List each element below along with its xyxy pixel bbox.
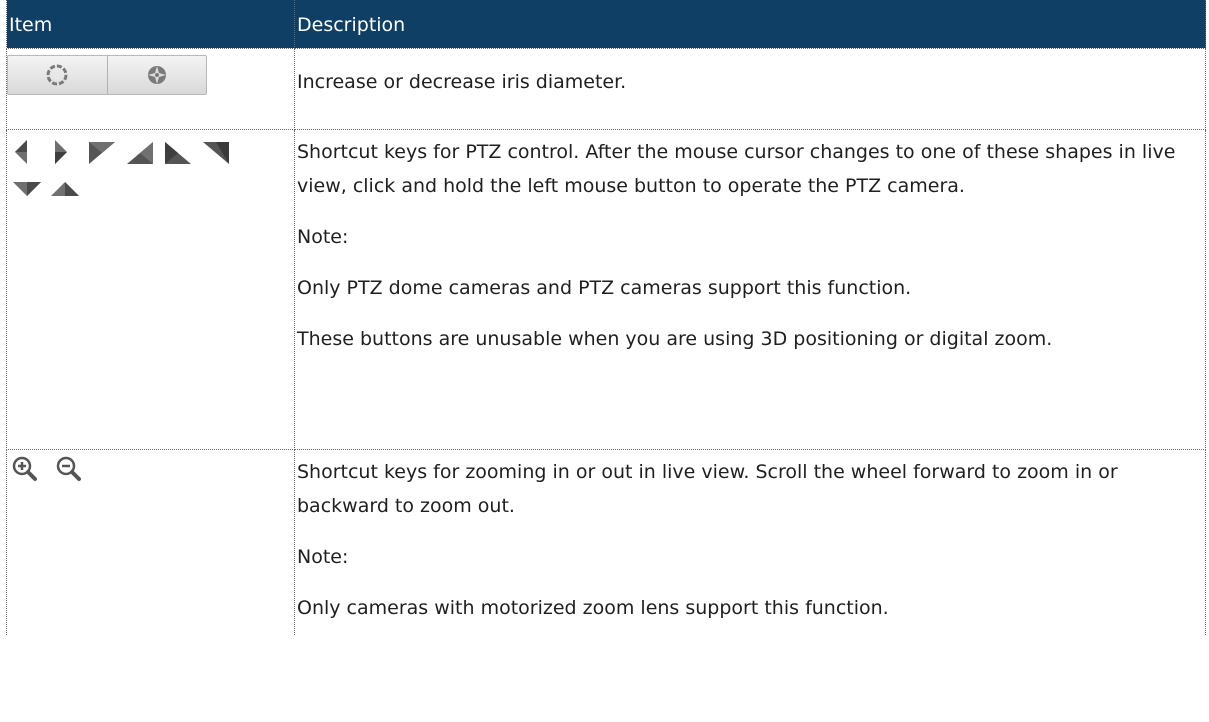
note-text: Only PTZ dome cameras and PTZ cameras su… bbox=[297, 276, 912, 299]
ptz-arrow-icons bbox=[7, 130, 294, 202]
description-text: Shortcut keys for PTZ control. After the… bbox=[297, 140, 1176, 197]
item-description-table: Item Description Increase or decrease ir… bbox=[6, 0, 1206, 635]
note-text: These buttons are unusable when you are … bbox=[297, 327, 1053, 350]
item-column-header: Item bbox=[6, 0, 295, 49]
zoom-out-icon[interactable] bbox=[54, 454, 84, 484]
iris-item-cell bbox=[6, 47, 295, 130]
table-row-iris: Increase or decrease iris diameter. bbox=[6, 47, 1206, 130]
table-header-row: Item Description bbox=[6, 0, 1206, 49]
arrow-down-right-icon[interactable] bbox=[163, 138, 195, 166]
zoom-item-cell bbox=[6, 448, 295, 635]
iris-description-cell: Increase or decrease iris diameter. bbox=[294, 47, 1206, 130]
table-row-zoom: Shortcut keys for zooming in or out in l… bbox=[6, 448, 1206, 635]
arrow-down-left-icon[interactable] bbox=[125, 138, 157, 166]
zoom-description-cell: Shortcut keys for zooming in or out in l… bbox=[294, 448, 1206, 635]
note-text: Only cameras with motorized zoom lens su… bbox=[297, 596, 889, 619]
iris-close-button[interactable] bbox=[106, 55, 207, 94]
arrow-up-icon[interactable] bbox=[49, 174, 81, 202]
arrow-up-left-icon[interactable] bbox=[87, 138, 119, 166]
arrow-right-icon[interactable] bbox=[49, 138, 81, 166]
zoom-icons bbox=[7, 450, 294, 484]
note-label: Note: bbox=[297, 545, 349, 568]
iris-close-icon bbox=[147, 65, 166, 84]
ptz-description-cell: Shortcut keys for PTZ control. After the… bbox=[294, 128, 1206, 450]
arrow-up-right-icon[interactable] bbox=[201, 138, 233, 166]
note-label: Note: bbox=[297, 225, 349, 248]
iris-open-button[interactable] bbox=[8, 56, 107, 94]
zoom-in-icon[interactable] bbox=[10, 454, 40, 484]
table-row-ptz: Shortcut keys for PTZ control. After the… bbox=[6, 128, 1206, 450]
description-column-header: Description bbox=[294, 0, 1206, 49]
arrow-down-icon[interactable] bbox=[11, 174, 43, 202]
iris-button-group bbox=[7, 54, 207, 95]
description-text: Increase or decrease iris diameter. bbox=[297, 70, 627, 93]
arrow-left-icon[interactable] bbox=[11, 138, 43, 166]
description-text: Shortcut keys for zooming in or out in l… bbox=[297, 460, 1118, 517]
iris-open-icon bbox=[46, 64, 68, 85]
ptz-item-cell bbox=[6, 128, 295, 450]
